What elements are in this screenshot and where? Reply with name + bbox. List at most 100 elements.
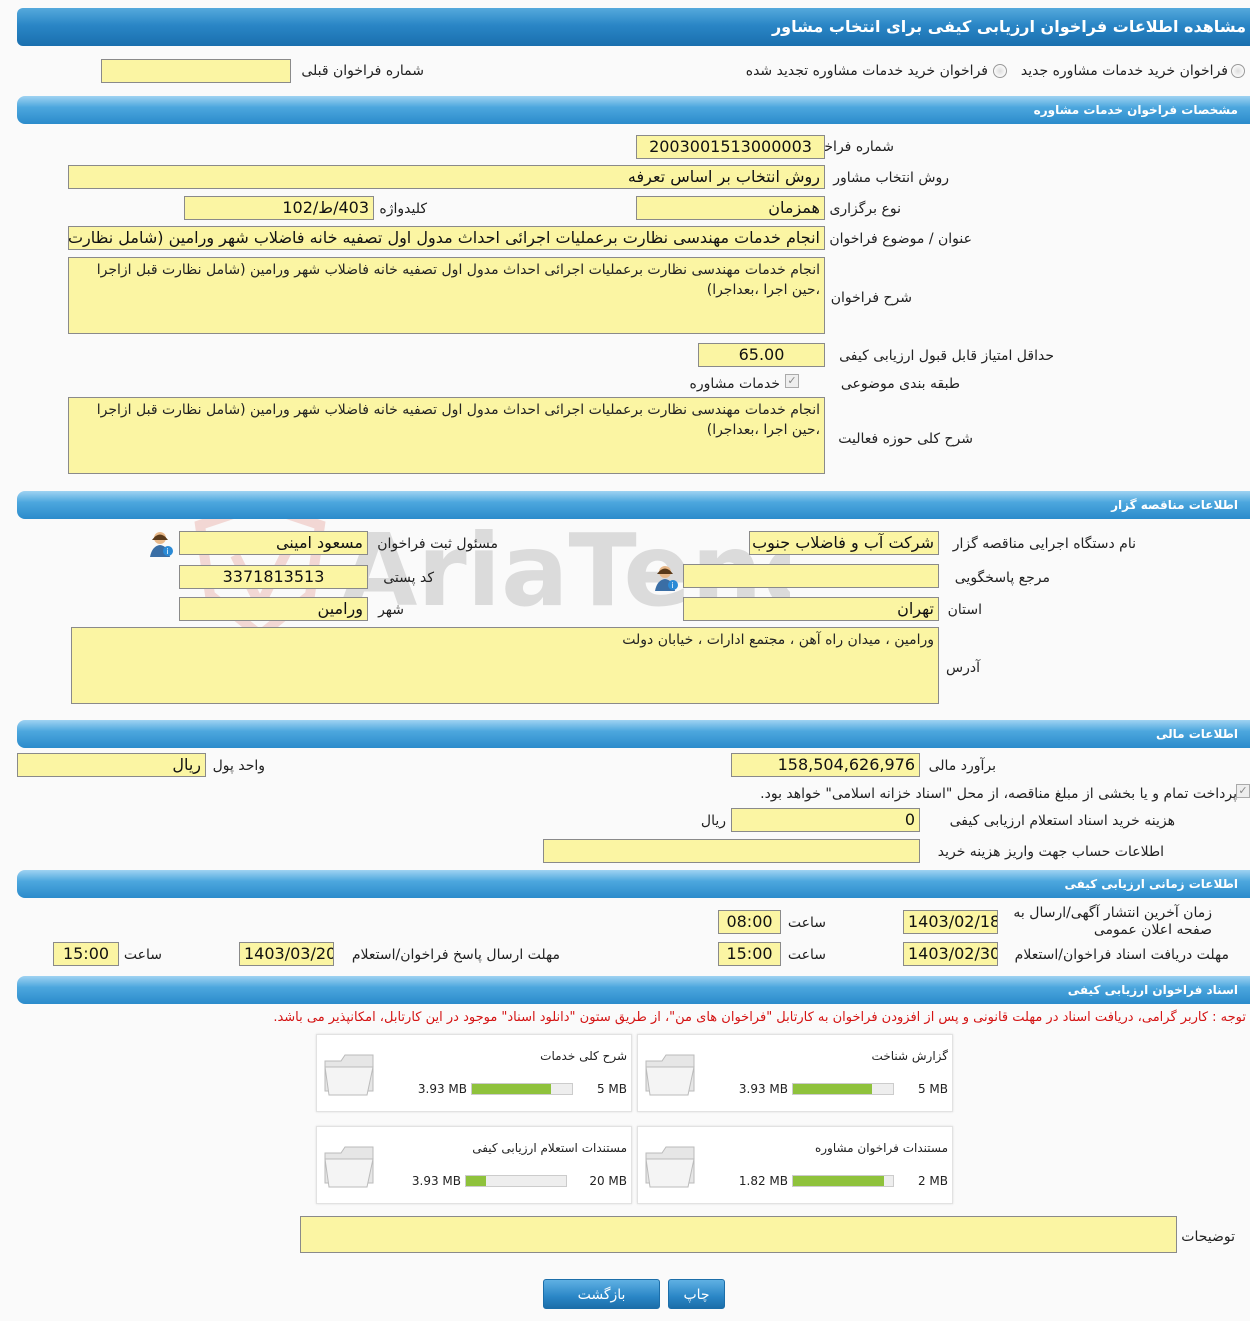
minscore-label: حداقل امتیاز قابل قبول ارزیابی کیفی	[839, 348, 1054, 364]
description-area: انجام خدمات مهندسی نظارت برعملیات اجرائی…	[68, 257, 825, 334]
city-label: شهر	[378, 602, 404, 618]
doc-card[interactable]: مستندات فراخوان مشاوره 1.82 MB 2 MB	[637, 1126, 953, 1204]
publish-time-label: ساعت	[787, 915, 826, 931]
estimate-label: برآورد مالی	[928, 758, 996, 774]
postal-field: 3371813513	[179, 565, 368, 589]
category-value: خدمات مشاوره	[689, 376, 780, 392]
subject-label: عنوان / موضوع فراخوان	[829, 231, 972, 247]
doc-progress-fill	[793, 1084, 872, 1094]
doc-max: 20 MB	[589, 1174, 627, 1188]
registrar-user-icon[interactable]: i	[150, 531, 174, 557]
publish-time-field: 08:00	[718, 910, 781, 934]
section-timing-header: اطلاعات زمانی ارزیابی کیفی	[17, 870, 1250, 898]
send-time-field: 15:00	[53, 942, 119, 966]
type-field: همزمان	[636, 196, 825, 220]
print-button[interactable]: چاپ	[668, 1279, 725, 1309]
send-date-field: 1403/03/20	[239, 942, 334, 966]
doc-title: مستندات استعلام ارزیابی کیفی	[472, 1141, 627, 1155]
doc-used: 3.93 MB	[738, 1082, 788, 1096]
keyword-label: کلیدواژه	[379, 201, 427, 217]
doc-progress	[471, 1083, 573, 1095]
category-label: طبقه بندی موضوعی	[840, 376, 960, 392]
doc-max: 5 MB	[917, 1082, 948, 1096]
scope-area: انجام خدمات مهندسی نظارت برعملیات اجرائی…	[68, 397, 825, 474]
minscore-field: 65.00	[698, 343, 825, 367]
org-label: نام دستگاه اجرایی مناقصه گزار	[952, 536, 1136, 552]
svg-text:i: i	[167, 547, 169, 556]
province-field: تهران	[683, 597, 939, 621]
doc-title: گزارش شناخت	[871, 1049, 948, 1063]
doc-used: 3.93 MB	[411, 1174, 461, 1188]
doc-used: 1.82 MB	[738, 1174, 788, 1188]
folder-icon	[645, 1054, 695, 1096]
scope-label: شرح کلی حوزه فعالیت	[838, 431, 973, 447]
receive-date-field: 1403/02/30	[903, 942, 998, 966]
radio-renewed-label: فراخوان خرید خدمات مشاوره تجدید شده	[745, 63, 988, 79]
postal-label: کد پستی	[383, 570, 434, 586]
province-label: استان	[947, 602, 982, 618]
section-tenderer-header: اطلاعات مناقصه گزار	[17, 491, 1250, 519]
account-label: اطلاعات حساب جهت واریز هزینه خرید	[937, 844, 1164, 860]
scope-label-text: شرح کلی حوزه فعالیت	[838, 431, 973, 447]
doc-title: مستندات فراخوان مشاوره	[814, 1141, 948, 1155]
folder-icon	[324, 1146, 374, 1188]
doc-progress-fill	[793, 1176, 884, 1186]
send-label: مهلت ارسال پاسخ فراخوان/استعلام	[351, 947, 560, 963]
prev-number-label: شماره فراخوان قبلی	[301, 63, 424, 79]
doc-title: شرح کلی خدمات	[540, 1049, 627, 1063]
address-label: آدرس	[946, 660, 980, 676]
category-checkbox: ✓	[785, 374, 799, 388]
ref-label: مرجع پاسخگویی	[954, 570, 1050, 586]
radio-new[interactable]	[1231, 64, 1245, 78]
currency-field: ریال	[17, 753, 206, 777]
fee-unit: ریال	[700, 813, 726, 829]
publish-label: زمان آخرین انتشار آگهی/ارسال به صفحه اعل…	[1013, 905, 1212, 938]
radio-renewed[interactable]	[993, 64, 1007, 78]
ref-user-icon[interactable]: i	[655, 565, 679, 591]
method-label: روش انتخاب مشاور	[833, 170, 949, 186]
folder-icon	[645, 1146, 695, 1188]
svg-text:i: i	[672, 581, 674, 590]
type-label: نوع برگزاری	[829, 201, 901, 217]
back-button[interactable]: بازگشت	[543, 1279, 660, 1309]
doc-progress	[792, 1083, 894, 1095]
ref-field	[683, 564, 939, 588]
treasury-text: پرداخت تمام و یا بخشی از مبلغ مناقصه، از…	[760, 786, 1237, 802]
notes-label: توضیحات	[1181, 1229, 1235, 1245]
currency-label: واحد پول	[212, 758, 265, 774]
registrar-field: مسعود امینی	[179, 531, 368, 555]
receive-label: مهلت دریافت اسناد فراخوان/استعلام	[1014, 947, 1229, 963]
org-field: شرکت آب و فاضلاب جنوب ا	[749, 531, 939, 555]
doc-card[interactable]: گزارش شناخت 3.93 MB 5 MB	[637, 1034, 953, 1112]
receive-time-field: 15:00	[718, 942, 781, 966]
subject-field: انجام خدمات مهندسی نظارت برعملیات اجرائی…	[68, 226, 825, 250]
doc-max: 2 MB	[917, 1174, 948, 1188]
fee-label: هزینه خرید اسناد استعلام ارزیابی کیفی	[949, 813, 1175, 829]
address-area: ورامین ، میدان راه آهن ، مجتمع ادارات ، …	[71, 627, 939, 704]
prev-number-field[interactable]	[101, 59, 291, 83]
radio-new-label: فراخوان خرید خدمات مشاوره جدید	[1020, 63, 1228, 79]
folder-icon	[324, 1054, 374, 1096]
publish-date-field: 1403/02/18	[903, 910, 998, 934]
city-field: ورامین	[179, 597, 368, 621]
registrar-label: مسئول ثبت فراخوان	[377, 536, 498, 552]
doc-progress	[792, 1175, 894, 1187]
doc-used: 3.93 MB	[417, 1082, 467, 1096]
doc-card[interactable]: شرح کلی خدمات 3.93 MB 5 MB	[316, 1034, 632, 1112]
docs-notice: توجه : کاربر گرامی، دریافت اسناد در مهلت…	[273, 1010, 1246, 1025]
section-docs-header: اسناد فراخوان ارزیابی کیفی	[17, 976, 1250, 1004]
number-field: 2003001513000003	[636, 135, 825, 159]
section-financial-header: اطلاعات مالی	[17, 720, 1250, 748]
doc-card[interactable]: مستندات استعلام ارزیابی کیفی 3.93 MB 20 …	[316, 1126, 632, 1204]
section-specs-header: مشخصات فراخوان خدمات مشاوره	[17, 96, 1250, 124]
keyword-field: 403/ط/102	[184, 196, 374, 220]
doc-progress	[465, 1175, 567, 1187]
estimate-field: 158,504,626,976	[731, 753, 920, 777]
notes-area[interactable]	[300, 1216, 1177, 1253]
doc-max: 5 MB	[596, 1082, 627, 1096]
doc-progress-fill	[466, 1176, 486, 1186]
treasury-checkbox: ✓	[1236, 784, 1250, 798]
method-field: روش انتخاب بر اساس تعرفه	[68, 165, 825, 189]
page-title: مشاهده اطلاعات فراخوان ارزیابی کیفی برای…	[17, 8, 1250, 46]
receive-time-label: ساعت	[787, 947, 826, 963]
